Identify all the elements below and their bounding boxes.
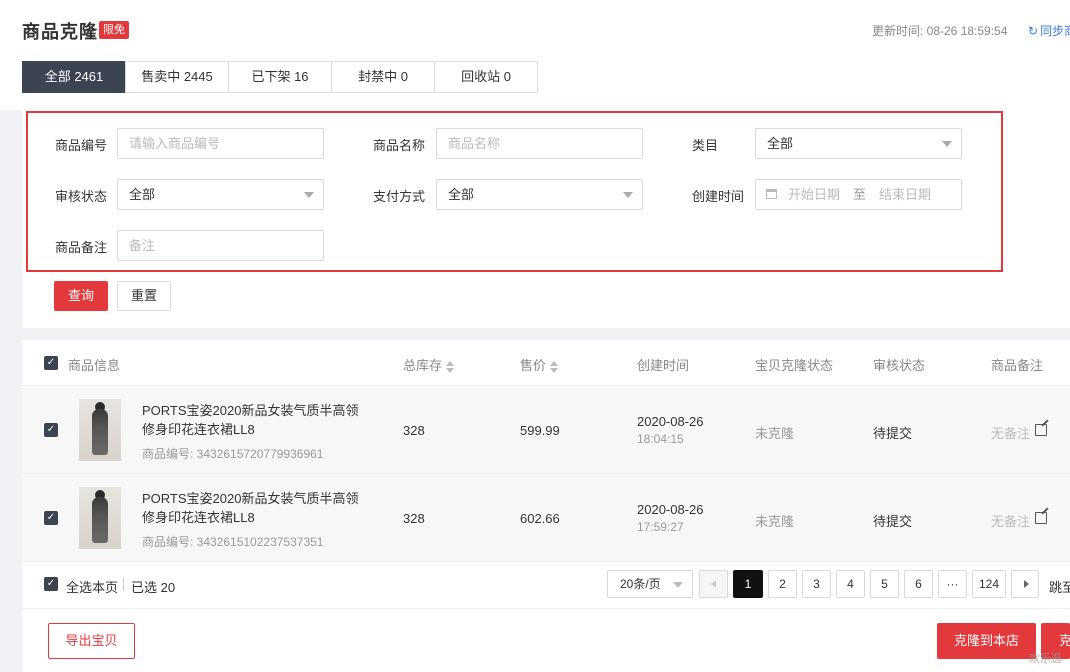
- edit-icon[interactable]: [1035, 512, 1047, 524]
- product-name[interactable]: PORTS宝姿2020新品女装气质半高领 修身印花连衣裙LL8: [142, 489, 362, 527]
- created-time: 18:04:15: [637, 432, 684, 446]
- col-stock[interactable]: 总库存: [403, 355, 455, 374]
- category-label: 类目: [692, 138, 719, 153]
- chevron-down-icon: [673, 582, 683, 588]
- update-time: 更新时间: 08-26 18:59:54: [872, 24, 1008, 38]
- remark-value: 无备注: [991, 426, 1031, 441]
- clone-status: 未克隆: [755, 514, 795, 529]
- tab-on-sale[interactable]: 售卖中 2445: [125, 61, 229, 93]
- query-button[interactable]: 查询: [54, 281, 108, 311]
- page-6[interactable]: 6: [904, 570, 933, 598]
- created-time: 17:59:27: [637, 520, 684, 534]
- select-all-label[interactable]: 全选本页: [66, 577, 118, 596]
- product-name-input[interactable]: 商品名称: [436, 128, 643, 159]
- page-2[interactable]: 2: [768, 570, 797, 598]
- stock-value: 328: [403, 423, 425, 438]
- reset-button[interactable]: 重置: [117, 281, 171, 311]
- col-price[interactable]: 售价: [520, 355, 559, 374]
- page-ellipsis[interactable]: ···: [938, 570, 967, 598]
- page-3[interactable]: 3: [802, 570, 831, 598]
- col-clone-status: 宝贝克隆状态: [755, 358, 834, 373]
- tab-delisted[interactable]: 已下架 16: [228, 61, 332, 93]
- page-last[interactable]: 124: [972, 570, 1006, 598]
- review-status-select[interactable]: 全部: [117, 179, 324, 210]
- select-all-checkbox[interactable]: ✓: [44, 356, 58, 370]
- jump-label: 跳至: [1049, 580, 1070, 595]
- refresh-icon: ↻: [1028, 24, 1039, 38]
- created-time-label: 创建时间: [692, 189, 745, 204]
- review-status: 待提交: [873, 514, 913, 529]
- page-4[interactable]: 4: [836, 570, 865, 598]
- product-name-label: 商品名称: [373, 138, 426, 153]
- prev-page-button[interactable]: [699, 570, 728, 598]
- calendar-icon: [766, 189, 777, 199]
- divider: [123, 578, 124, 591]
- free-badge: 限免: [99, 21, 129, 39]
- selected-count: 已选 20: [131, 580, 176, 595]
- export-button[interactable]: 导出宝贝: [48, 623, 135, 659]
- product-name[interactable]: PORTS宝姿2020新品女装气质半高领 修身印花连衣裙LL8: [142, 401, 362, 439]
- select-page-checkbox[interactable]: ✓: [44, 577, 58, 591]
- price-value: 602.66: [520, 511, 560, 526]
- col-review-status: 审核状态: [873, 358, 926, 373]
- edit-icon[interactable]: [1035, 424, 1047, 436]
- tab-recycle[interactable]: 回收站 0: [434, 61, 538, 93]
- payment-select[interactable]: 全部: [436, 179, 643, 210]
- watermark: 欢乐逛: [1029, 653, 1062, 665]
- remark-label: 商品备注: [55, 240, 108, 255]
- clone-to-store-button[interactable]: 克隆到本店: [937, 623, 1036, 659]
- page-1[interactable]: 1: [733, 570, 763, 598]
- product-id: 商品编号: 3432615720779936961: [142, 447, 324, 461]
- clone-status: 未克隆: [755, 426, 795, 441]
- tab-all[interactable]: 全部 2461: [22, 61, 126, 93]
- remark-input[interactable]: 备注: [117, 230, 324, 261]
- next-page-button[interactable]: [1011, 570, 1039, 598]
- review-status-label: 审核状态: [55, 189, 108, 204]
- stock-value: 328: [403, 511, 425, 526]
- created-date: 2020-08-26: [637, 414, 704, 429]
- chevron-down-icon: [942, 141, 952, 147]
- payment-label: 支付方式: [373, 189, 426, 204]
- col-product-info: 商品信息: [68, 358, 121, 373]
- product-thumbnail[interactable]: [79, 487, 121, 549]
- row-checkbox[interactable]: ✓: [44, 511, 58, 525]
- sync-link[interactable]: ↻同步商: [1028, 22, 1070, 39]
- page-size-select[interactable]: 20条/页: [607, 570, 693, 598]
- chevron-down-icon: [623, 192, 633, 198]
- tab-banned[interactable]: 封禁中 0: [331, 61, 435, 93]
- remark-value: 无备注: [991, 514, 1031, 529]
- chevron-down-icon: [304, 192, 314, 198]
- header: [0, 0, 1070, 110]
- product-id: 商品编号: 3432615102237537351: [142, 535, 324, 549]
- review-status: 待提交: [873, 426, 913, 441]
- page-5[interactable]: 5: [870, 570, 899, 598]
- created-date: 2020-08-26: [637, 502, 704, 517]
- date-range-picker[interactable]: 开始日期 至 结束日期: [755, 179, 962, 210]
- sort-icon: [446, 360, 455, 373]
- product-id-input[interactable]: 请输入商品编号: [117, 128, 324, 159]
- sort-icon: [550, 360, 559, 373]
- product-id-label: 商品编号: [55, 138, 108, 153]
- page-title: 商品克隆: [22, 22, 98, 42]
- col-created-time: 创建时间: [637, 358, 690, 373]
- category-select[interactable]: 全部: [755, 128, 962, 159]
- price-value: 599.99: [520, 423, 560, 438]
- status-tabs: 全部 2461 售卖中 2445 已下架 16 封禁中 0 回收站 0: [22, 61, 538, 93]
- row-checkbox[interactable]: ✓: [44, 423, 58, 437]
- col-remark: 商品备注: [991, 358, 1044, 373]
- product-thumbnail[interactable]: [79, 399, 121, 461]
